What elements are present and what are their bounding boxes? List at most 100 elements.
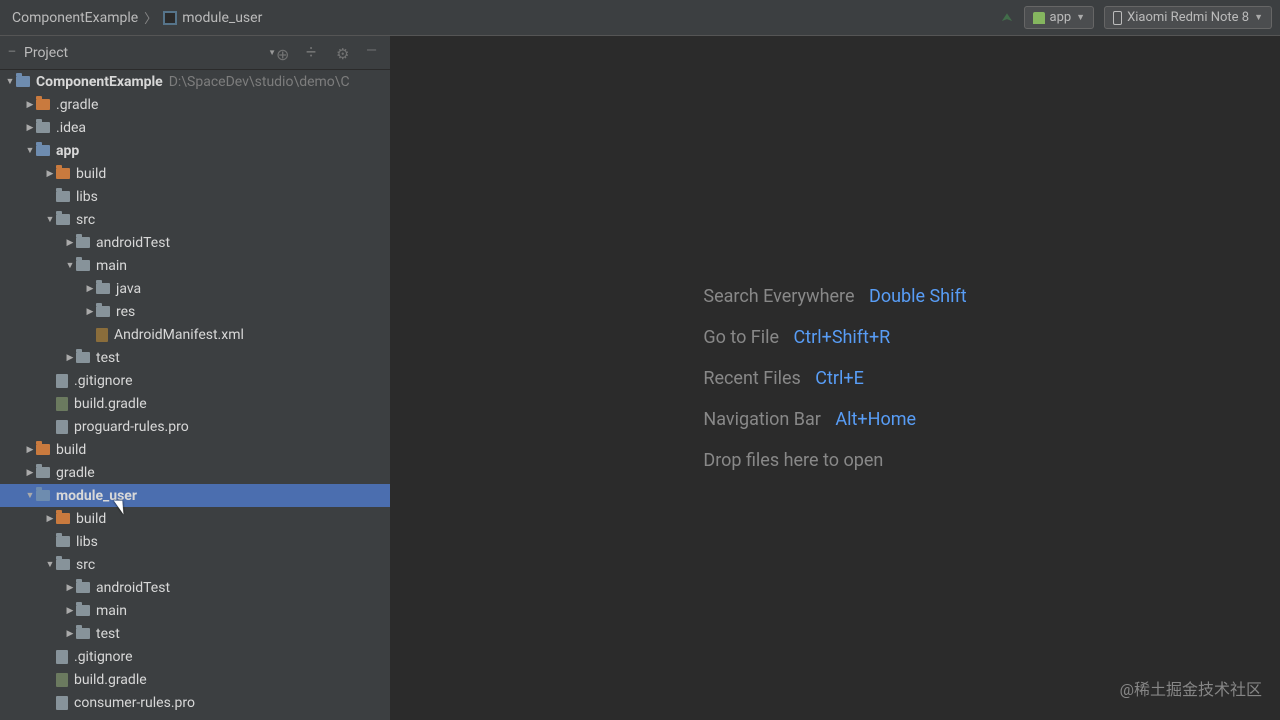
project-panel-title[interactable]: Project [24,45,264,61]
arrow-icon[interactable] [64,353,76,363]
arrow-icon[interactable] [4,76,16,87]
run-config-label: app [1050,10,1072,25]
folder-icon [96,283,110,294]
watermark: @稀土掘金技术社区 [1120,676,1262,700]
panel-expand-icon[interactable]: — [8,47,18,58]
folder-icon [76,260,90,271]
folder-icon [76,237,90,248]
arrow-icon[interactable] [44,169,56,179]
arrow-icon[interactable] [64,583,76,593]
folder-icon [56,513,70,524]
chevron-right-icon: 〉 [144,8,157,27]
xml-file-icon [96,328,108,342]
breadcrumb-current-label: module_user [182,10,262,26]
tree-node[interactable]: build.gradle [0,392,390,415]
expand-all-icon[interactable] [306,45,322,61]
locate-icon[interactable] [276,45,292,61]
phone-icon [1113,11,1122,25]
folder-icon [76,605,90,616]
tree-node[interactable]: build [0,438,390,461]
hint-gotofile: Go to File Ctrl+Shift+R [703,327,966,348]
tree-node[interactable]: libs [0,185,390,208]
tree-node[interactable]: main [0,599,390,622]
arrow-icon[interactable] [84,284,96,294]
device-dropdown[interactable]: Xiaomi Redmi Note 8 ▼ [1104,6,1272,29]
tree-node[interactable]: libs [0,530,390,553]
tree-root[interactable]: ComponentExample D:\SpaceDev\studio\demo… [0,70,390,93]
file-icon [56,420,68,434]
folder-icon [56,536,70,547]
chevron-down-icon[interactable]: ▼ [268,48,276,57]
build-icon[interactable]: ➤ [997,13,1016,22]
hint-navbar: Navigation Bar Alt+Home [703,409,966,430]
arrow-icon[interactable] [24,145,36,156]
tree-node[interactable]: main [0,254,390,277]
tree-node[interactable]: androidTest [0,576,390,599]
tree-node[interactable]: build [0,507,390,530]
breadcrumb-root[interactable]: ComponentExample [8,10,142,26]
tree-node[interactable]: androidTest [0,231,390,254]
editor-empty-state[interactable]: Search Everywhere Double Shift Go to Fil… [390,36,1280,720]
arrow-icon[interactable] [64,606,76,616]
folder-icon [36,467,50,478]
arrow-icon[interactable] [24,445,36,455]
tree-node[interactable]: .gradle [0,93,390,116]
arrow-icon[interactable] [24,100,36,110]
project-panel-header: — Project ▼ [0,36,390,70]
folder-icon [76,352,90,363]
minimize-icon[interactable] [366,45,382,61]
tree-node-module-user[interactable]: module_user [0,484,390,507]
arrow-icon[interactable] [64,238,76,248]
arrow-icon[interactable] [44,214,56,225]
gear-icon[interactable] [336,45,352,61]
arrow-icon[interactable] [64,260,76,271]
run-config-dropdown[interactable]: app ▼ [1024,6,1095,29]
tree-root-label: ComponentExample [36,74,163,90]
breadcrumb-current[interactable]: module_user [159,10,266,26]
tree-node[interactable]: proguard-rules.pro [0,415,390,438]
chevron-down-icon: ▼ [1254,12,1263,23]
tree-node[interactable]: AndroidManifest.xml [0,323,390,346]
tree-node[interactable]: .gitignore [0,645,390,668]
project-tree[interactable]: ComponentExample D:\SpaceDev\studio\demo… [0,70,390,714]
file-icon [56,696,68,710]
chevron-down-icon: ▼ [1076,12,1085,23]
tree-node[interactable]: src [0,553,390,576]
tree-node[interactable]: consumer-rules.pro [0,691,390,714]
tree-node[interactable]: src [0,208,390,231]
folder-icon [36,444,50,455]
arrow-icon[interactable] [24,490,36,501]
module-folder-icon [36,145,50,156]
tree-node[interactable]: test [0,622,390,645]
project-sidebar: — Project ▼ ComponentExample D:\SpaceDev… [0,36,390,720]
tree-node[interactable]: build.gradle [0,668,390,691]
folder-icon [56,191,70,202]
file-icon [56,650,68,664]
arrow-icon[interactable] [44,514,56,524]
device-label: Xiaomi Redmi Note 8 [1127,10,1249,25]
arrow-icon[interactable] [44,559,56,570]
editor-hints: Search Everywhere Double Shift Go to Fil… [703,266,966,491]
tree-node[interactable]: gradle [0,461,390,484]
tree-node[interactable]: build [0,162,390,185]
hint-drop: Drop files here to open [703,450,966,471]
module-folder-icon [36,490,50,501]
tree-node[interactable]: java [0,277,390,300]
arrow-icon[interactable] [24,468,36,478]
module-icon [163,11,177,25]
tree-node[interactable]: .idea [0,116,390,139]
tree-node[interactable]: test [0,346,390,369]
gradle-file-icon [56,673,68,687]
arrow-icon[interactable] [84,307,96,317]
breadcrumb-root-label: ComponentExample [12,10,138,26]
arrow-icon[interactable] [24,123,36,133]
module-folder-icon [16,76,30,87]
tree-node[interactable]: res [0,300,390,323]
tree-node[interactable]: .gitignore [0,369,390,392]
folder-icon [76,582,90,593]
tree-node-app[interactable]: app [0,139,390,162]
arrow-icon[interactable] [64,629,76,639]
folder-icon [96,306,110,317]
breadcrumb-bar: ComponentExample 〉 module_user ➤ app ▼ X… [0,0,1280,36]
folder-icon [36,122,50,133]
